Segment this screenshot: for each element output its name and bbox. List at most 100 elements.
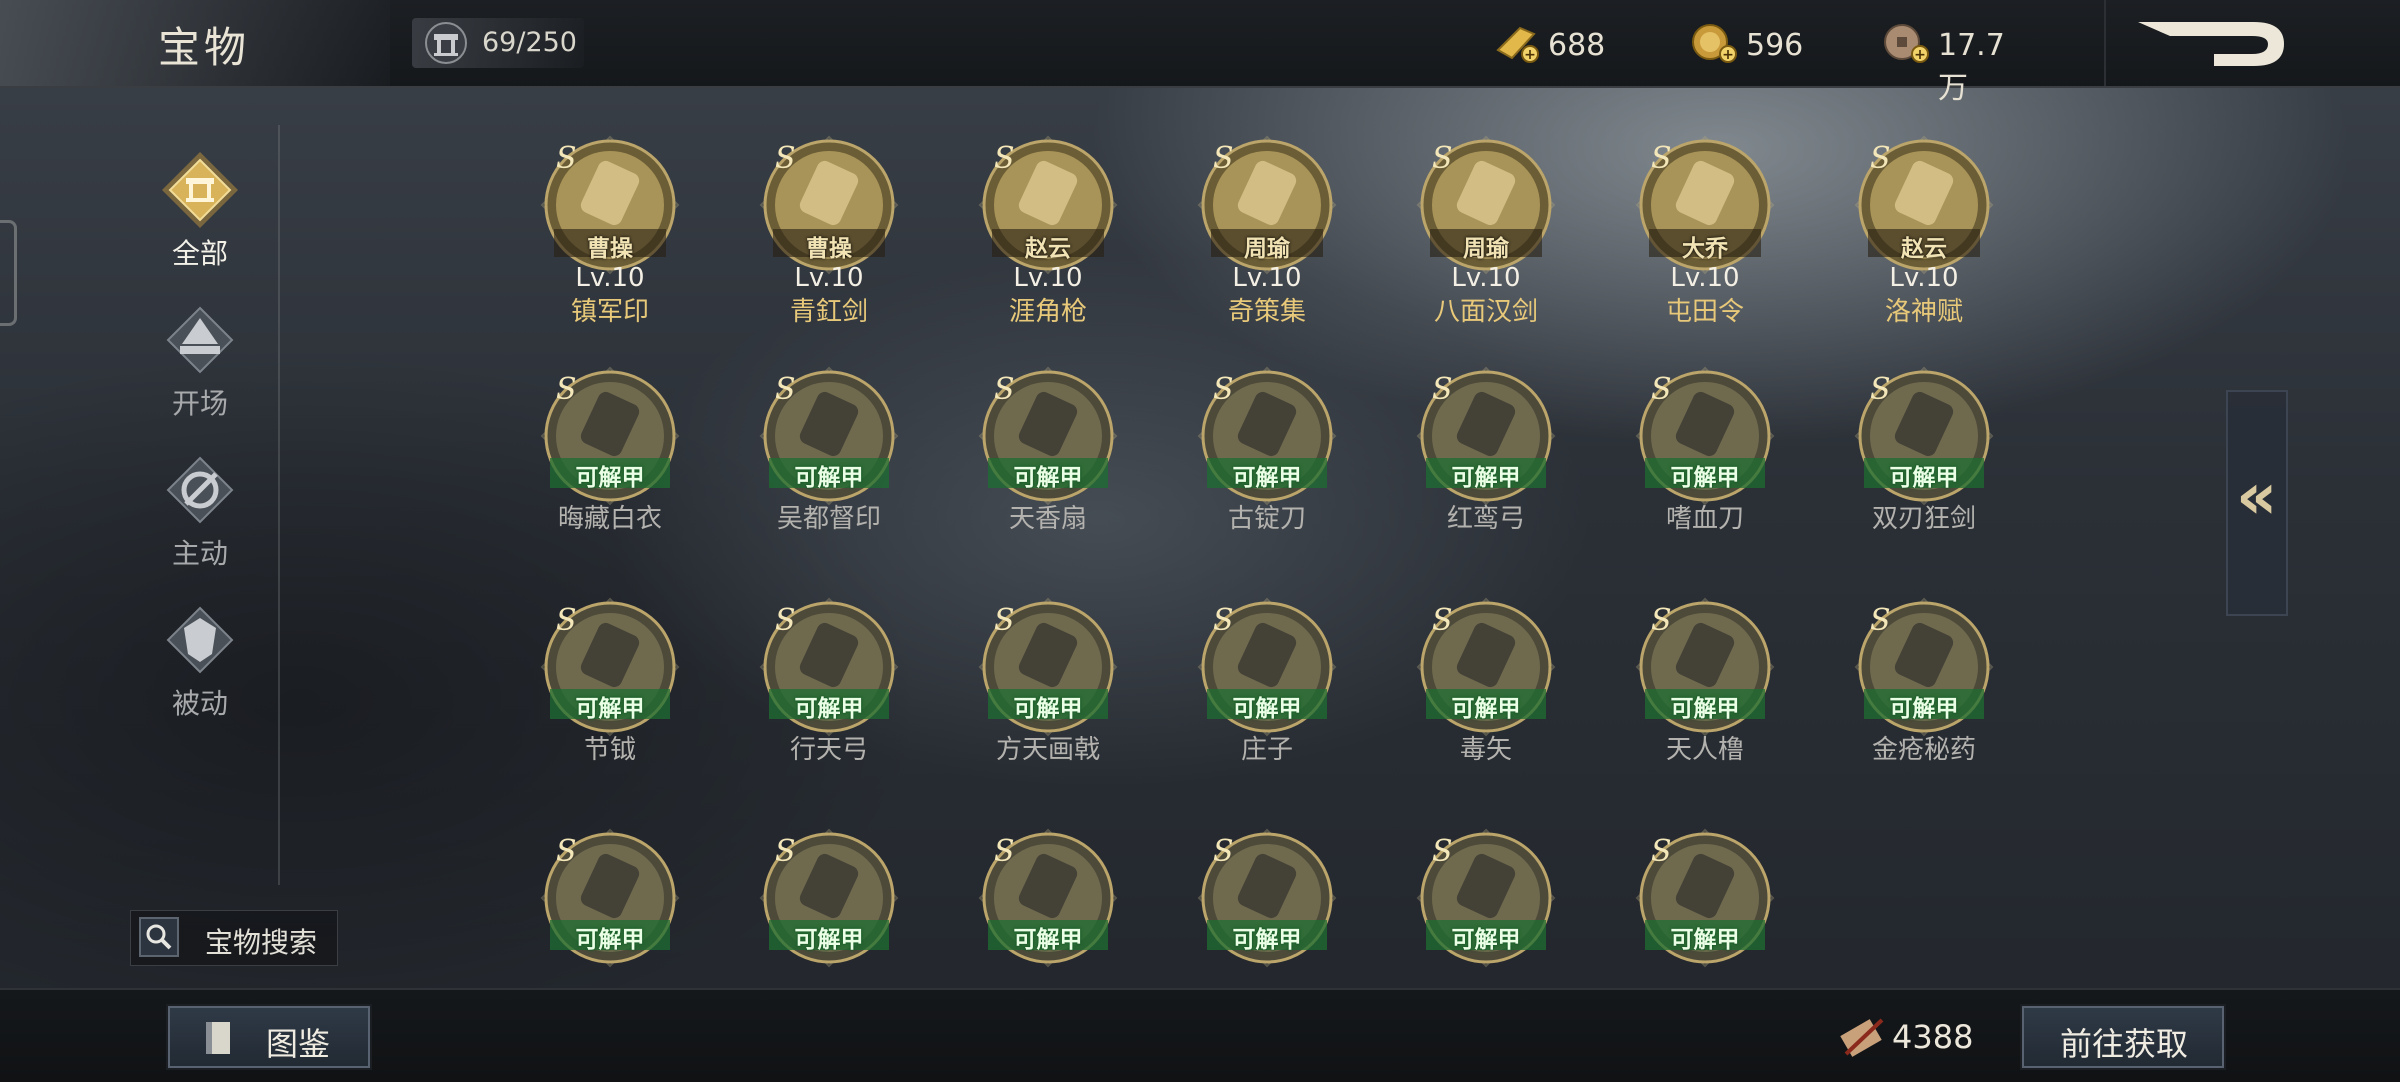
treasure-card-locked[interactable]: S 可解甲 庄子 <box>1177 597 1357 777</box>
treasure-card-locked[interactable]: S 可解甲 方天画戟 <box>958 597 1138 777</box>
collapse-panel-button[interactable]: « <box>2226 390 2288 616</box>
treasure-card-locked[interactable]: S 可解甲红鸾弓 <box>1396 366 1576 546</box>
grade-badge: S <box>994 603 1015 638</box>
grade-badge: S <box>1651 141 1672 176</box>
treasure-name: 天人橹 <box>1665 735 1744 765</box>
treasure-card-owned[interactable]: S 赵云 Lv.10 洛神赋 <box>1834 135 2014 327</box>
sidebar-divider <box>278 125 280 885</box>
treasure-card-locked[interactable]: S 可解甲 行天弓 <box>739 597 919 777</box>
grade-badge: S <box>1432 372 1453 407</box>
grade-badge: S <box>994 834 1015 869</box>
grade-badge: S <box>1213 141 1234 176</box>
treasure-owner: 曹操 <box>806 236 852 262</box>
unlock-status: 可解甲 <box>1013 927 1083 953</box>
unlock-status: 可解甲 <box>575 465 645 491</box>
page-title: 宝物 <box>158 23 251 72</box>
treasure-name: 嗜血刀 <box>1665 504 1744 534</box>
unlock-status: 可解甲 <box>1232 927 1302 953</box>
grade-badge: S <box>1213 834 1234 869</box>
grade-badge: S <box>1870 603 1891 638</box>
grade-badge: S <box>1651 603 1672 638</box>
go-acquire-label: 前往获取 <box>2060 1025 2189 1063</box>
treasure-card-owned[interactable]: S 周瑜 Lv.10 奇策集 <box>1177 135 1357 327</box>
unlock-status: 可解甲 <box>1889 465 1959 491</box>
unlock-status: 可解甲 <box>1013 465 1083 491</box>
treasure-card-owned[interactable]: S 周瑜 Lv.10 八面汉剑 <box>1396 135 1576 327</box>
svg-text:+: + <box>1722 47 1734 63</box>
nav-item-label: 被动 <box>171 687 228 720</box>
unlock-status: 可解甲 <box>1670 927 1740 953</box>
treasure-card-locked[interactable]: S 可解甲 节钺 <box>520 597 700 777</box>
all-icon <box>160 150 240 230</box>
side-drawer-handle[interactable] <box>0 220 17 326</box>
treasure-card-locked[interactable]: S 可解甲 <box>520 828 700 970</box>
treasure-name: 庄子 <box>1240 735 1293 765</box>
treasure-card-owned[interactable]: S 曹操 Lv.10 镇军印 <box>520 135 700 327</box>
search-label: 宝物搜索 <box>205 926 318 959</box>
back-button[interactable] <box>2104 0 2400 86</box>
treasure-card-locked[interactable]: S 可解甲 双刃狂剑 <box>1834 366 2014 546</box>
treasure-card-locked[interactable]: S 可解甲毒矢 <box>1396 597 1576 777</box>
treasure-card-locked[interactable]: S 可解甲 <box>1177 828 1357 970</box>
unlock-status: 可解甲 <box>1451 696 1521 722</box>
active-skill-icon <box>160 450 240 530</box>
unlock-status: 可解甲 <box>575 696 645 722</box>
unlock-status: 可解甲 <box>794 696 864 722</box>
grade-badge: S <box>1432 141 1453 176</box>
gold-bar-icon: + <box>1490 20 1542 70</box>
nav-item-passive-skill[interactable]: 被动 <box>140 600 260 730</box>
treasure-card-locked[interactable]: S 可解甲 晦藏白衣 <box>520 366 700 546</box>
treasure-level: Lv.10 <box>1451 263 1521 293</box>
book-icon <box>206 1022 230 1054</box>
treasure-card-locked[interactable]: S 可解甲 <box>1396 828 1576 970</box>
search-icon <box>139 917 179 957</box>
treasure-name: 天香扇 <box>1008 504 1087 534</box>
treasure-card-owned[interactable]: S 大乔 Lv.10 屯田令 <box>1615 135 1795 327</box>
opening-icon <box>160 300 240 380</box>
grade-badge: S <box>1432 603 1453 638</box>
grade-badge: S <box>1651 834 1672 869</box>
passive-skill-icon <box>160 600 240 680</box>
treasure-card-locked[interactable]: S 可解甲 嗜血刀 <box>1615 366 1795 546</box>
treasure-level: Lv.10 <box>794 263 864 293</box>
treasure-card-locked[interactable]: S 可解甲 天香扇 <box>958 366 1138 546</box>
treasure-card-locked[interactable]: S 可解甲 <box>958 828 1138 970</box>
nav-item-opening[interactable]: 开场 <box>140 300 260 430</box>
treasure-owner: 大乔 <box>1682 236 1728 262</box>
double-chevron-left-icon: « <box>2236 460 2278 534</box>
nav-item-all[interactable]: 全部 <box>140 150 260 280</box>
token-count-value: 4388 <box>1892 1018 1974 1056</box>
unlock-status: 可解甲 <box>1889 696 1959 722</box>
unlock-status: 可解甲 <box>1013 696 1083 722</box>
gold-bar-value: 688 <box>1548 28 1606 63</box>
treasure-name: 镇军印 <box>570 297 649 327</box>
treasure-card-locked[interactable]: S 可解甲 古锭刀 <box>1177 366 1357 546</box>
treasure-name: 洛神赋 <box>1884 297 1963 327</box>
treasure-owner: 周瑜 <box>1244 236 1290 262</box>
go-acquire-button[interactable]: 前往获取 <box>2020 1004 2226 1070</box>
treasure-card-locked[interactable]: S 可解甲 金疮秘药 <box>1834 597 2014 777</box>
treasure-name: 红鸾弓 <box>1446 504 1525 534</box>
unlock-status: 可解甲 <box>1232 465 1302 491</box>
treasure-card-owned[interactable]: S 曹操 Lv.10 青釭剑 <box>739 135 919 327</box>
treasure-search[interactable]: 宝物搜索 <box>130 910 338 966</box>
unlock-status: 可解甲 <box>575 927 645 953</box>
unlock-status: 可解甲 <box>1451 465 1521 491</box>
treasure-card-locked[interactable]: S 可解甲 <box>1615 828 1795 970</box>
treasure-name: 晦藏白衣 <box>557 504 662 534</box>
treasure-card-locked[interactable]: S 可解甲 <box>739 828 919 970</box>
codex-button[interactable]: 图鉴 <box>166 1004 372 1070</box>
treasure-name: 青釭剑 <box>789 297 868 327</box>
treasure-card-owned[interactable]: S 赵云 Lv.10 涯角枪 <box>958 135 1138 327</box>
treasure-name: 吴都督印 <box>776 504 881 534</box>
treasure-owner: 赵云 <box>1901 236 1947 262</box>
treasure-card-locked[interactable]: S 可解甲 吴都督印 <box>739 366 919 546</box>
treasure-card-locked[interactable]: S 可解甲 天人橹 <box>1615 597 1795 777</box>
top-bar: 宝物 69/250 + 688 + 596 + 17.7万 <box>0 0 2400 106</box>
grade-badge: S <box>1213 603 1234 638</box>
nav-item-active-skill[interactable]: 主动 <box>140 450 260 580</box>
treasure-name: 屯田令 <box>1665 297 1744 327</box>
treasure-owner: 赵云 <box>1025 236 1071 262</box>
treasure-name: 涯角枪 <box>1008 297 1087 327</box>
treasure-name: 毒矢 <box>1459 735 1512 765</box>
